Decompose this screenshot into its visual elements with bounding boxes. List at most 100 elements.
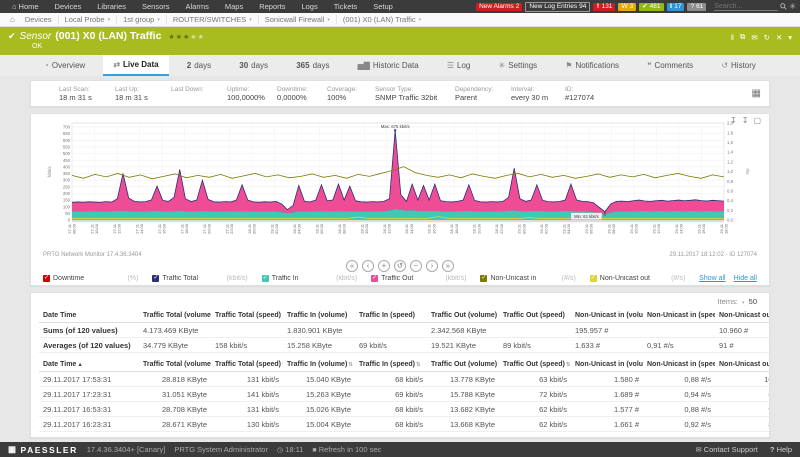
info-interval: Interval:every 30 m [511, 86, 565, 102]
jump-back-button[interactable]: « [346, 260, 358, 272]
tab-2-days[interactable]: 2days [177, 55, 221, 76]
reset-zoom-button[interactable]: ↺ [394, 260, 406, 272]
column-header-traffic-in-volume[interactable]: Traffic In (volume)⇅ [283, 358, 355, 372]
column-header-traffic-out-speed[interactable]: Traffic Out (speed) [499, 309, 571, 323]
zoom-out-button[interactable]: − [410, 260, 422, 272]
paessler-brand[interactable]: ▦PAESSLER [8, 444, 78, 455]
clone-icon[interactable]: ⧉ [740, 32, 745, 42]
legend-unit: (%) [127, 275, 152, 282]
up-count-badge[interactable]: ✔481 [639, 3, 663, 11]
svg-text:0,2: 0,2 [727, 208, 734, 213]
column-header-traffic-in-speed[interactable]: Traffic In (speed) [355, 309, 427, 323]
legend-checkbox-non-unicast-in[interactable]: ✓ [480, 275, 487, 282]
breadcrumb-item-sonicwall-firewall[interactable]: Sonicwall Firewall▾ [258, 15, 336, 24]
jump-forward-button[interactable]: » [442, 260, 454, 272]
pause-refresh-icon: ■ [312, 447, 316, 454]
legend-checkbox-non-unicast-out[interactable]: ✓ [590, 275, 597, 282]
column-header-traffic-out-volume[interactable]: Traffic Out (volume) [427, 309, 499, 323]
breadcrumb-item-001-x0-lan-traffic[interactable]: (001) X0 (LAN) Traffic▾ [336, 15, 427, 24]
warning-count-badge[interactable]: W3 [618, 3, 636, 11]
column-header-non-unicast-in-volume[interactable]: Non-Unicast in (volume) [571, 309, 643, 323]
gear-icon[interactable]: ✳ [789, 2, 796, 11]
column-header-traffic-total-volume[interactable]: Traffic Total (volume)⇅ [139, 358, 211, 372]
contact-support-link[interactable]: ✉ Contact Support [696, 445, 758, 454]
info-value: 100% [327, 93, 375, 102]
column-header-traffic-total-speed[interactable]: Traffic Total (speed)⇅ [211, 358, 283, 372]
column-header-traffic-in-volume[interactable]: Traffic In (volume) [283, 309, 355, 323]
breadcrumb-item-local-probe[interactable]: Local Probe▾ [58, 15, 117, 24]
tab-historic-data[interactable]: ▅▇Historic Data [348, 55, 429, 76]
tab-365-days[interactable]: 365days [286, 55, 339, 76]
qr-code-icon[interactable]: ▦ [752, 88, 761, 99]
traffic-graph[interactable]: 0501001502002503003504004505005506006507… [44, 117, 756, 252]
tab-overview[interactable]: ◔Overview [34, 55, 95, 76]
column-header-non-unicast-in-speed[interactable]: Non-Unicast in (speed)⇅ [643, 358, 715, 372]
tab-log[interactable]: ☰Log [437, 55, 481, 76]
column-header-traffic-in-speed[interactable]: Traffic In (speed)⇅ [355, 358, 427, 372]
error-count-badge[interactable]: ‼131 [593, 3, 615, 11]
nav-item-home[interactable]: ⌂Home [4, 0, 47, 13]
nav-item-devices[interactable]: Devices [47, 0, 90, 13]
pause-icon[interactable]: ‖ [731, 33, 734, 42]
column-header-traffic-out-speed[interactable]: Traffic Out (speed)⇅ [499, 358, 571, 372]
column-header-non-unicast-in-volume[interactable]: Non-Unicast in (volume)⇅ [571, 358, 643, 372]
legend-checkbox-downtime[interactable]: ✓ [43, 275, 50, 282]
legend-checkbox-traffic-total[interactable]: ✓ [152, 275, 159, 282]
hide-all-link[interactable]: Hide all [734, 275, 757, 282]
new-log-entries-badge[interactable]: New Log Entries94 [525, 2, 590, 12]
nav-item-tickets[interactable]: Tickets [326, 0, 365, 13]
tab-settings[interactable]: ✳Settings [489, 55, 548, 76]
step-forward-button[interactable]: › [426, 260, 438, 272]
help-link[interactable]: ? Help [770, 445, 792, 454]
svg-text:600: 600 [63, 138, 71, 143]
delete-icon[interactable]: ✕ [776, 33, 782, 42]
tab-30-days[interactable]: 30days [229, 55, 278, 76]
column-header-traffic-total-volume[interactable]: Traffic Total (volume) [139, 309, 211, 323]
legend-checkbox-traffic-in[interactable]: ✓ [262, 275, 269, 282]
row-label-cell: 29.11.2017 16:53:31 [39, 402, 139, 417]
badge-label: New Alarms [479, 3, 514, 11]
zoom-in-button[interactable]: + [378, 260, 390, 272]
home-icon[interactable]: ⌂ [6, 15, 19, 24]
legend-checkbox-traffic-out[interactable]: ✓ [371, 275, 378, 282]
column-header-traffic-out-volume[interactable]: Traffic Out (volume)⇅ [427, 358, 499, 372]
refresh-icon[interactable]: ↻ [764, 33, 770, 42]
nav-item-reports[interactable]: Reports [251, 0, 293, 13]
new-alarms-badge[interactable]: New Alarms2 [476, 3, 522, 11]
download-data-icon[interactable]: ↧ [742, 116, 749, 125]
search-input[interactable] [714, 3, 778, 11]
nav-item-sensors[interactable]: Sensors [134, 0, 178, 13]
more-caret-icon[interactable]: ▾ [788, 33, 792, 42]
gear-icon: ✳ [499, 61, 506, 70]
nav-item-logs[interactable]: Logs [293, 0, 325, 13]
unknown-count-badge[interactable]: ?61 [687, 3, 706, 11]
search-icon[interactable] [780, 3, 787, 10]
legend-unit: (#/s) [562, 275, 590, 282]
breadcrumb-item-devices[interactable]: Devices [19, 15, 58, 24]
priority-stars[interactable]: ★★★★★ [168, 33, 204, 41]
show-all-link[interactable]: Show all [699, 275, 725, 282]
nav-item-setup[interactable]: Setup [365, 0, 401, 13]
column-header-date-time[interactable]: Date Time [39, 309, 139, 323]
breadcrumb-item-router-switches[interactable]: ROUTER/SWITCHES▾ [166, 15, 258, 24]
breadcrumb-item-1st-group[interactable]: 1st group▾ [116, 15, 166, 24]
column-header-non-unicast-out-volume[interactable]: Non-Unicast out (volume)⇅ [715, 358, 770, 372]
tab-notifications[interactable]: ⚑Notifications [555, 55, 629, 76]
step-back-button[interactable]: ‹ [362, 260, 374, 272]
column-header-traffic-total-speed[interactable]: Traffic Total (speed) [211, 309, 283, 323]
download-graph-icon[interactable]: ↧ [730, 116, 737, 125]
refresh-status[interactable]: ■ Refresh in 100 sec [312, 445, 381, 454]
tab-comments[interactable]: ❝Comments [637, 55, 703, 76]
nav-item-maps[interactable]: Maps [217, 0, 251, 13]
notification-email-icon[interactable]: ✉ [751, 33, 757, 42]
paused-count-badge[interactable]: ‖17 [667, 3, 685, 11]
items-selector[interactable]: Items: ▾ 50 [39, 295, 761, 309]
column-header-non-unicast-out-volume[interactable]: Non-Unicast out (volume) [715, 309, 770, 323]
column-header-non-unicast-in-speed[interactable]: Non-Unicast in (speed) [643, 309, 715, 323]
nav-item-libraries[interactable]: Libraries [89, 0, 134, 13]
nav-item-alarms[interactable]: Alarms [178, 0, 217, 13]
tab-live-data[interactable]: ⇄Live Data [103, 55, 168, 76]
tab-history[interactable]: ↺History [711, 55, 766, 76]
column-header-date-time[interactable]: Date Time▲ [39, 358, 139, 372]
fullscreen-icon[interactable]: ▢ [753, 116, 761, 125]
